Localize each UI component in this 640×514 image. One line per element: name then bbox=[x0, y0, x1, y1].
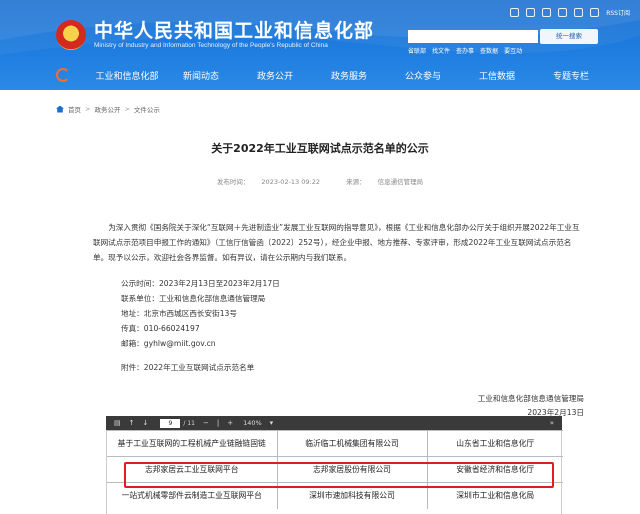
zoom-in-icon[interactable]: + bbox=[227, 419, 233, 427]
prev-page-icon[interactable]: ↑ bbox=[129, 419, 135, 427]
quick-link[interactable]: 找文件 bbox=[432, 46, 450, 55]
accessibility-icon[interactable] bbox=[510, 8, 520, 17]
next-page-icon[interactable]: ↓ bbox=[143, 419, 149, 427]
nav-item-public[interactable]: 公众参与 bbox=[386, 69, 460, 82]
breadcrumb-notices[interactable]: 文件公示 bbox=[134, 104, 160, 114]
publish-label: 发布时间： bbox=[216, 178, 250, 186]
recommender-cell: 山东省工业和信息化厅 bbox=[426, 430, 563, 457]
zoom-select[interactable]: 140% bbox=[243, 419, 262, 427]
publish-time: 2023-02-13 09:22 bbox=[261, 178, 320, 186]
highlight-box bbox=[124, 462, 554, 488]
breadcrumb: 首页 > 政务公开 > 文件公示 bbox=[56, 104, 160, 114]
nav-item-news[interactable]: 新闻动态 bbox=[164, 69, 238, 82]
notice-period: 公示时间：2023年2月13日至2023年2月17日 bbox=[121, 279, 280, 288]
breadcrumb-separator: > bbox=[124, 105, 130, 113]
breadcrumb-gov-info[interactable]: 政务公开 bbox=[94, 104, 120, 114]
app-icon[interactable] bbox=[574, 8, 584, 17]
top-utility-icons: RSS订阅 bbox=[510, 8, 630, 17]
source-label: 来源： bbox=[346, 178, 366, 186]
quick-link[interactable]: 查办事 bbox=[456, 46, 474, 55]
zoom-out-icon[interactable]: − bbox=[203, 419, 209, 427]
separator-icon: | bbox=[216, 419, 220, 427]
search-button[interactable]: 统一搜索 bbox=[540, 29, 598, 44]
attachment-link[interactable]: 附件：2022年工业互联网试点示范名单 bbox=[121, 362, 254, 373]
quick-link[interactable]: 省联部 bbox=[408, 46, 426, 55]
site-header: 中华人民共和国工业和信息化部 Ministry of Industry and … bbox=[0, 0, 640, 90]
article-meta: 发布时间： 2023-02-13 09:22 来源： 信息通信管理局 bbox=[0, 176, 640, 186]
page-number-input[interactable]: 9 bbox=[160, 418, 181, 428]
contact-address: 地址：北京市西城区西长安街13号 bbox=[121, 309, 237, 318]
page-title: 关于2022年工业互联网试点示范名单的公示 bbox=[211, 142, 429, 155]
contact-info: 公示时间：2023年2月13日至2023年2月17日 联系单位：工业和信息化部信… bbox=[121, 276, 280, 351]
table-row: 基于工业互联网的工程机械产业链融链固链 临沂临工机械集团有限公司 山东省工业和信… bbox=[107, 430, 563, 457]
home-logo-icon[interactable] bbox=[56, 68, 70, 82]
national-emblem-logo bbox=[56, 20, 86, 50]
quick-link[interactable]: 要互动 bbox=[504, 46, 522, 55]
nav-item-gov-service[interactable]: 政务服务 bbox=[312, 69, 386, 82]
search-input[interactable] bbox=[408, 30, 538, 43]
article-paragraph: 为深入贯彻《国务院关于深化“互联网＋先进制造业”发展工业互联网的指导意见》，根据… bbox=[93, 223, 580, 262]
signer-name: 工业和信息化部信息通信管理局 bbox=[477, 394, 584, 403]
nav-item-gov-info[interactable]: 政务公开 bbox=[238, 69, 312, 82]
quick-link[interactable]: 查数据 bbox=[480, 46, 498, 55]
pdf-toolbar: ▤ ↑ ↓ 9 / 11 − | + 140% ▾ » bbox=[106, 416, 562, 430]
rss-icon[interactable] bbox=[590, 8, 600, 17]
project-name-cell: 基于工业互联网的工程机械产业链融链固链 bbox=[107, 430, 277, 457]
toolbar-menu-icon[interactable]: » bbox=[550, 419, 554, 427]
page-total: / 11 bbox=[183, 419, 195, 427]
article-body: 为深入贯彻《国务院关于深化“互联网＋先进制造业”发展工业互联网的指导意见》，根据… bbox=[93, 220, 583, 265]
company-cell: 临沂临工机械集团有限公司 bbox=[276, 430, 427, 457]
breadcrumb-home[interactable]: 首页 bbox=[68, 104, 81, 114]
source-name: 信息通信管理局 bbox=[377, 178, 424, 186]
nav-item-data[interactable]: 工信数据 bbox=[460, 69, 534, 82]
weibo-icon[interactable] bbox=[542, 8, 552, 17]
mobile-icon[interactable] bbox=[526, 8, 536, 17]
contact-unit: 联系单位：工业和信息化部信息通信管理局 bbox=[121, 294, 266, 303]
sidebar-toggle-icon[interactable]: ▤ bbox=[114, 419, 121, 427]
breadcrumb-separator: > bbox=[85, 105, 91, 113]
site-title: 中华人民共和国工业和信息化部 bbox=[94, 20, 375, 42]
contact-fax: 传真：010-66024197 bbox=[121, 324, 200, 333]
nav-item-topics[interactable]: 专题专栏 bbox=[534, 69, 608, 82]
nav-item-miit[interactable]: 工业和信息化部 bbox=[90, 69, 164, 82]
wechat-icon[interactable] bbox=[558, 8, 568, 17]
quick-links: 省联部 找文件 查办事 查数据 要互动 bbox=[408, 46, 522, 55]
main-nav: 工业和信息化部 新闻动态 政务公开 政务服务 公众参与 工信数据 专题专栏 bbox=[0, 60, 640, 90]
contact-email: 邮箱：gyhlw@miit.gov.cn bbox=[121, 339, 216, 348]
chevron-down-icon[interactable]: ▾ bbox=[270, 419, 274, 427]
rss-link[interactable]: RSS订阅 bbox=[606, 8, 630, 17]
site-subtitle: Ministry of Industry and Information Tec… bbox=[94, 42, 328, 49]
home-icon bbox=[56, 105, 64, 113]
